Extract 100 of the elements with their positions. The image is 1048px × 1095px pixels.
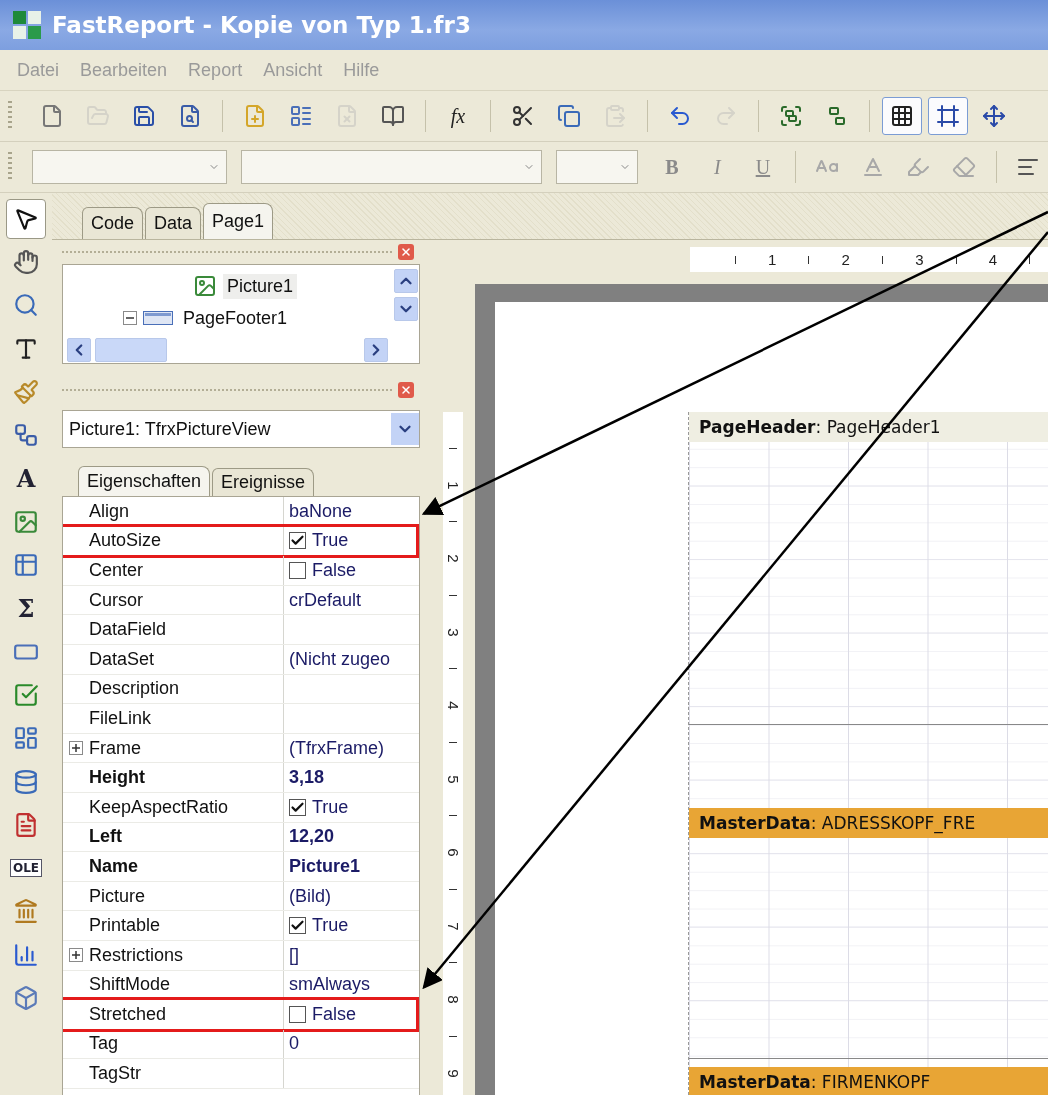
band-header[interactable]: MasterData: ADRESSKOPF_FRE — [689, 808, 1048, 838]
property-value[interactable]: (Bild) — [289, 885, 331, 907]
property-value[interactable]: 0 — [289, 1033, 299, 1055]
property-value[interactable]: (Nicht zugeo — [289, 648, 391, 670]
property-value[interactable]: False — [312, 1003, 356, 1025]
function-button[interactable]: fx — [438, 97, 478, 135]
scroll-left-button[interactable] — [67, 338, 91, 362]
toolbar-button[interactable] — [928, 97, 968, 135]
property-name: Align — [89, 500, 130, 522]
checkbox-icon — [13, 681, 39, 708]
ruler-number: 5 — [444, 774, 462, 784]
connector-icon — [13, 422, 39, 449]
ruler-number: 1 — [767, 251, 778, 268]
property-value[interactable]: 3,18 — [289, 767, 325, 789]
copy-icon — [557, 104, 581, 128]
property-value[interactable]: True — [312, 530, 349, 552]
checkbox[interactable] — [289, 532, 306, 550]
collapse-icon[interactable] — [123, 311, 137, 325]
property-name: ShiftMode — [89, 974, 171, 996]
tool-button[interactable]: Σ — [6, 588, 46, 629]
picture-icon — [13, 508, 39, 535]
page-tab[interactable]: Data — [145, 207, 202, 239]
ruler-number: 6 — [444, 848, 462, 857]
property-name: Left — [89, 826, 122, 848]
database-icon — [13, 768, 39, 795]
property-name: Stretched — [89, 1003, 167, 1025]
property-name: Name — [89, 855, 139, 877]
property-name: DataSet — [89, 648, 155, 670]
ruler-number: 7 — [444, 921, 462, 931]
cut-icon — [511, 104, 535, 128]
scroll-right-button[interactable] — [364, 338, 388, 362]
new-file-icon — [40, 104, 64, 128]
property-name: Tag — [89, 1033, 119, 1055]
property-value[interactable]: baNone — [289, 500, 353, 522]
checkbox[interactable] — [289, 798, 306, 816]
page-tab[interactable]: Page1 — [203, 203, 274, 239]
scroll-down-button[interactable] — [394, 297, 418, 321]
expand-icon[interactable] — [69, 741, 83, 756]
ruler-number: 4 — [444, 701, 462, 710]
ruler-number: 1 — [444, 480, 462, 490]
page-tab[interactable]: Code — [82, 207, 144, 239]
object-selector[interactable]: Picture1: TfrxPictureView — [62, 410, 420, 448]
picture-icon — [193, 274, 217, 298]
ruler-number: 4 — [987, 251, 999, 268]
table-icon — [13, 552, 39, 578]
inspector-tab[interactable]: Ereignisse — [212, 468, 315, 496]
document-icon — [13, 811, 39, 838]
scroll-thumb[interactable] — [95, 338, 167, 362]
property-value[interactable]: smAlways — [289, 974, 370, 996]
property-name: Restrictions — [89, 944, 184, 966]
property-value[interactable]: Picture1 — [289, 855, 361, 877]
property-value[interactable]: True — [312, 796, 349, 818]
move-icon — [982, 104, 1006, 128]
band-header[interactable]: MasterData: FIRMENKOPF — [689, 1067, 1048, 1095]
close-icon — [400, 384, 412, 396]
close-button[interactable] — [398, 382, 414, 398]
ruler-number: 3 — [914, 251, 925, 268]
window-title: FastReport - Kopie von Typ 1.fr3 — [52, 12, 471, 38]
tool-button[interactable]: A — [6, 458, 46, 499]
tool-button[interactable] — [6, 198, 46, 239]
checkbox[interactable] — [289, 562, 306, 579]
ole-tool[interactable]: OLE — [6, 848, 46, 889]
group-icon — [779, 104, 803, 128]
cube-icon — [13, 985, 39, 1011]
brush-icon — [13, 378, 39, 405]
property-value[interactable]: False — [312, 560, 356, 581]
form-icon — [289, 104, 313, 128]
property-value[interactable]: (TfrxFrame) — [289, 737, 384, 759]
grid-icon — [890, 104, 914, 128]
book-icon — [381, 104, 405, 128]
property-value[interactable]: 12,20 — [289, 826, 335, 848]
inspector-tab[interactable]: Eigenschaften — [78, 466, 211, 496]
property-value[interactable]: True — [312, 915, 349, 937]
preview-icon — [178, 104, 202, 128]
close-icon — [400, 246, 412, 258]
property-value[interactable]: crDefault — [289, 589, 362, 611]
property-name: Printable — [89, 915, 161, 937]
expand-icon[interactable] — [69, 948, 83, 963]
property-name: FileLink — [89, 707, 152, 729]
tree-item[interactable]: PageFooter1 — [179, 305, 292, 331]
checkbox[interactable] — [289, 1005, 306, 1023]
eraser-icon — [951, 155, 976, 179]
property-value[interactable]: [] — [289, 944, 299, 966]
property-name: Description — [89, 678, 180, 700]
close-button[interactable] — [398, 244, 414, 260]
checkbox[interactable] — [289, 917, 306, 935]
ruler-number: 9 — [444, 1068, 462, 1078]
tree-item[interactable]: Picture1 — [223, 273, 298, 299]
ruler-number: 3 — [444, 627, 462, 637]
zoom-icon — [13, 292, 39, 319]
highlighter-icon — [906, 155, 931, 179]
property-name: AutoSize — [89, 530, 162, 552]
bar-chart-icon — [13, 941, 39, 968]
property-name: KeepAspectRatio — [89, 796, 229, 818]
ruler-number: 2 — [840, 251, 851, 268]
band-icon — [143, 311, 173, 325]
scroll-up-button[interactable] — [394, 269, 418, 293]
save-icon — [132, 104, 156, 128]
toolbar-button[interactable] — [882, 97, 922, 135]
property-name: Frame — [89, 737, 141, 759]
